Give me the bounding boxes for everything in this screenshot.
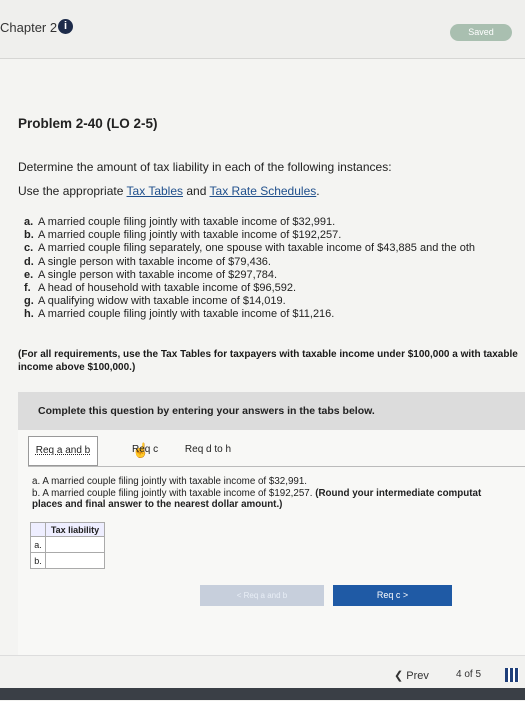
tax-tables-link[interactable]: Tax Tables	[127, 184, 183, 198]
prev-req-button[interactable]: < Req a and b	[200, 585, 324, 606]
requirements-note: (For all requirements, use the Tax Table…	[18, 349, 518, 373]
item-letter: g.	[24, 295, 34, 308]
question-b: b. A married couple filing jointly with …	[32, 487, 313, 499]
problem-title: Problem 2-40 (LO 2-5)	[18, 116, 158, 131]
item-letter: f.	[24, 282, 31, 295]
instruction-text: Determine the amount of tax liability in…	[18, 160, 392, 174]
rounding-note: (Round your intermediate computat	[315, 487, 482, 499]
tax-liability-input-b[interactable]	[45, 552, 105, 569]
tab-label: Req c	[132, 444, 159, 455]
chevron-left-icon: ❮	[394, 670, 407, 682]
tab-label: Req a and b	[35, 445, 91, 456]
item-letter: a.	[24, 216, 34, 228]
tab-label: Req d to h	[184, 444, 232, 455]
item-letter: c.	[24, 242, 34, 255]
tax-rate-schedules-link[interactable]: Tax Rate Schedules	[210, 184, 317, 198]
tax-liability-table: Tax liability a. b.	[30, 522, 105, 569]
list-item: c. A married couple filing separately, on…	[24, 242, 475, 255]
row-label: b.	[30, 552, 46, 569]
tab-divider	[28, 466, 525, 467]
period: .	[316, 184, 320, 198]
tax-liability-input-a[interactable]	[45, 536, 105, 553]
tab-req-a-and-b[interactable]: Req a and b	[28, 436, 98, 466]
item-text: A head of household with taxable income …	[38, 282, 297, 295]
item-text: A single person with taxable income of $…	[38, 268, 278, 281]
prev-label: Prev	[406, 670, 429, 682]
panel-heading-text: Complete this question by entering your …	[38, 405, 375, 417]
list-item: f. A head of household with taxable incom…	[24, 282, 475, 295]
prev-question-button[interactable]: ❮ Prev	[394, 669, 429, 682]
table-row: b.	[30, 552, 105, 569]
table-row: a.	[30, 536, 105, 553]
list-item: b. A married couple filing jointly with t…	[24, 229, 475, 242]
table-corner	[30, 522, 46, 537]
instances-list: a. A married couple filing jointly with t…	[24, 216, 475, 322]
use-prefix: Use the appropriate	[18, 184, 124, 198]
item-text: A married couple filing jointly with tax…	[38, 308, 335, 321]
page-counter: 4 of 5	[456, 669, 482, 680]
panel-heading: Complete this question by entering your …	[18, 392, 525, 430]
grid-icon[interactable]	[505, 668, 519, 682]
item-letter: e.	[24, 268, 34, 281]
rounding-note-cont: places and final answer to the nearest d…	[32, 499, 283, 510]
row-label: a.	[30, 536, 46, 553]
list-item: h. A married couple filing jointly with t…	[24, 308, 475, 321]
next-req-button[interactable]: Req c >	[333, 585, 452, 606]
tab-req-d-to-h[interactable]: Req d to h	[168, 436, 248, 464]
tax-liability-header: Tax liability	[45, 522, 105, 537]
chapter-label: Chapter 2	[0, 20, 58, 35]
list-item: e. A single person with taxable income of…	[24, 269, 475, 282]
item-text: A married couple filing separately, one …	[38, 242, 476, 255]
list-item: a. A married couple filing jointly with t…	[24, 216, 475, 229]
item-letter: d.	[24, 255, 34, 268]
item-letter: b.	[24, 229, 34, 242]
use-instruction: Use the appropriate Tax Tables and Tax R…	[18, 184, 320, 198]
list-item: g. A qualifying widow with taxable income…	[24, 295, 475, 308]
item-text: A married couple filing jointly with tax…	[38, 229, 342, 242]
item-text: A single person with taxable income of $…	[38, 255, 271, 268]
info-icon[interactable]: i	[58, 19, 73, 34]
req-tabs: Req a and b ☝ Req c Req d to h	[28, 436, 525, 466]
list-item: d. A single person with taxable income of…	[24, 256, 475, 269]
item-text: A married couple filing jointly with tax…	[38, 216, 336, 228]
and-text: and	[186, 184, 207, 198]
top-bar: Chapter 2 i Saved	[0, 0, 525, 59]
question-a: a. A married couple filing jointly with …	[32, 476, 308, 487]
taskbar	[0, 688, 525, 700]
item-letter: h.	[24, 308, 34, 321]
question-text: a. A married couple filing jointly with …	[32, 476, 525, 511]
item-text: A qualifying widow with taxable income o…	[38, 295, 286, 308]
saved-badge: Saved	[450, 24, 512, 41]
